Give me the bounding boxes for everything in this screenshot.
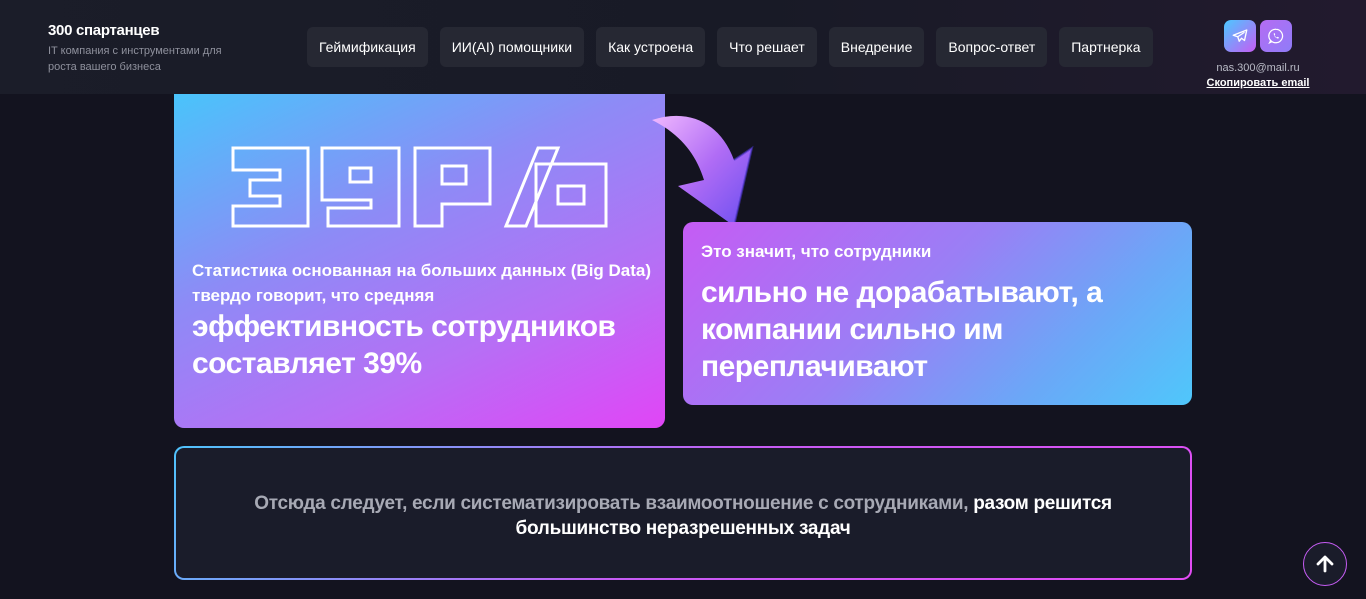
nav-item-what-it-solves[interactable]: Что решает — [717, 27, 817, 67]
nav-item-ai-assistants[interactable]: ИИ(AI) помощники — [439, 27, 585, 67]
whatsapp-button[interactable] — [1260, 20, 1292, 52]
contacts: nas.300@mail.ru Скопировать email — [1198, 20, 1318, 89]
nav-item-implementation[interactable]: Внедрение — [828, 27, 925, 67]
curved-arrow-icon — [652, 115, 754, 227]
main-nav: Геймификация ИИ(AI) помощники Как устрое… — [307, 27, 1153, 67]
nav-item-partners[interactable]: Партнерка — [1059, 27, 1153, 67]
big-percentage-graphic — [231, 146, 608, 228]
copy-email-link[interactable]: Скопировать email — [1198, 77, 1318, 89]
social-links — [1198, 20, 1318, 52]
brand[interactable]: 300 спартанцев IT компания с инструмента… — [48, 22, 228, 75]
meaning-card: Это значит, что сотрудники сильно не дор… — [683, 222, 1192, 405]
statistics-intro-text: Статистика основанная на больших данных … — [192, 261, 652, 305]
conclusion-text: Отсюда следует, если систематизировать в… — [236, 491, 1130, 541]
meaning-intro-text: Это значит, что сотрудники — [701, 242, 932, 261]
brand-subtitle: IT компания с инструментами для роста ва… — [48, 45, 222, 73]
conclusion-muted-text: Отсюда следует, если систематизировать в… — [254, 493, 969, 514]
scroll-to-top-button[interactable] — [1303, 542, 1347, 586]
arrow-up-icon — [1316, 555, 1334, 573]
meaning-highlight-text: сильно не дорабатывают, а компании сильн… — [701, 276, 1103, 383]
telegram-button[interactable] — [1224, 20, 1256, 52]
nav-item-how-it-works[interactable]: Как устроена — [596, 27, 706, 67]
email-address[interactable]: nas.300@mail.ru — [1198, 62, 1318, 74]
nav-item-gamification[interactable]: Геймификация — [307, 27, 428, 67]
statistics-card: Статистика основанная на больших данных … — [174, 94, 665, 428]
nav-item-faq[interactable]: Вопрос-ответ — [936, 27, 1048, 67]
site-header: 300 спартанцев IT компания с инструмента… — [0, 0, 1366, 94]
whatsapp-icon — [1268, 28, 1284, 45]
telegram-icon — [1232, 29, 1248, 42]
conclusion-card: Отсюда следует, если систематизировать в… — [174, 446, 1192, 580]
statistics-highlight-text: эффективность сотрудников составляет 39% — [192, 310, 616, 380]
brand-title: 300 спартанцев — [48, 22, 160, 39]
